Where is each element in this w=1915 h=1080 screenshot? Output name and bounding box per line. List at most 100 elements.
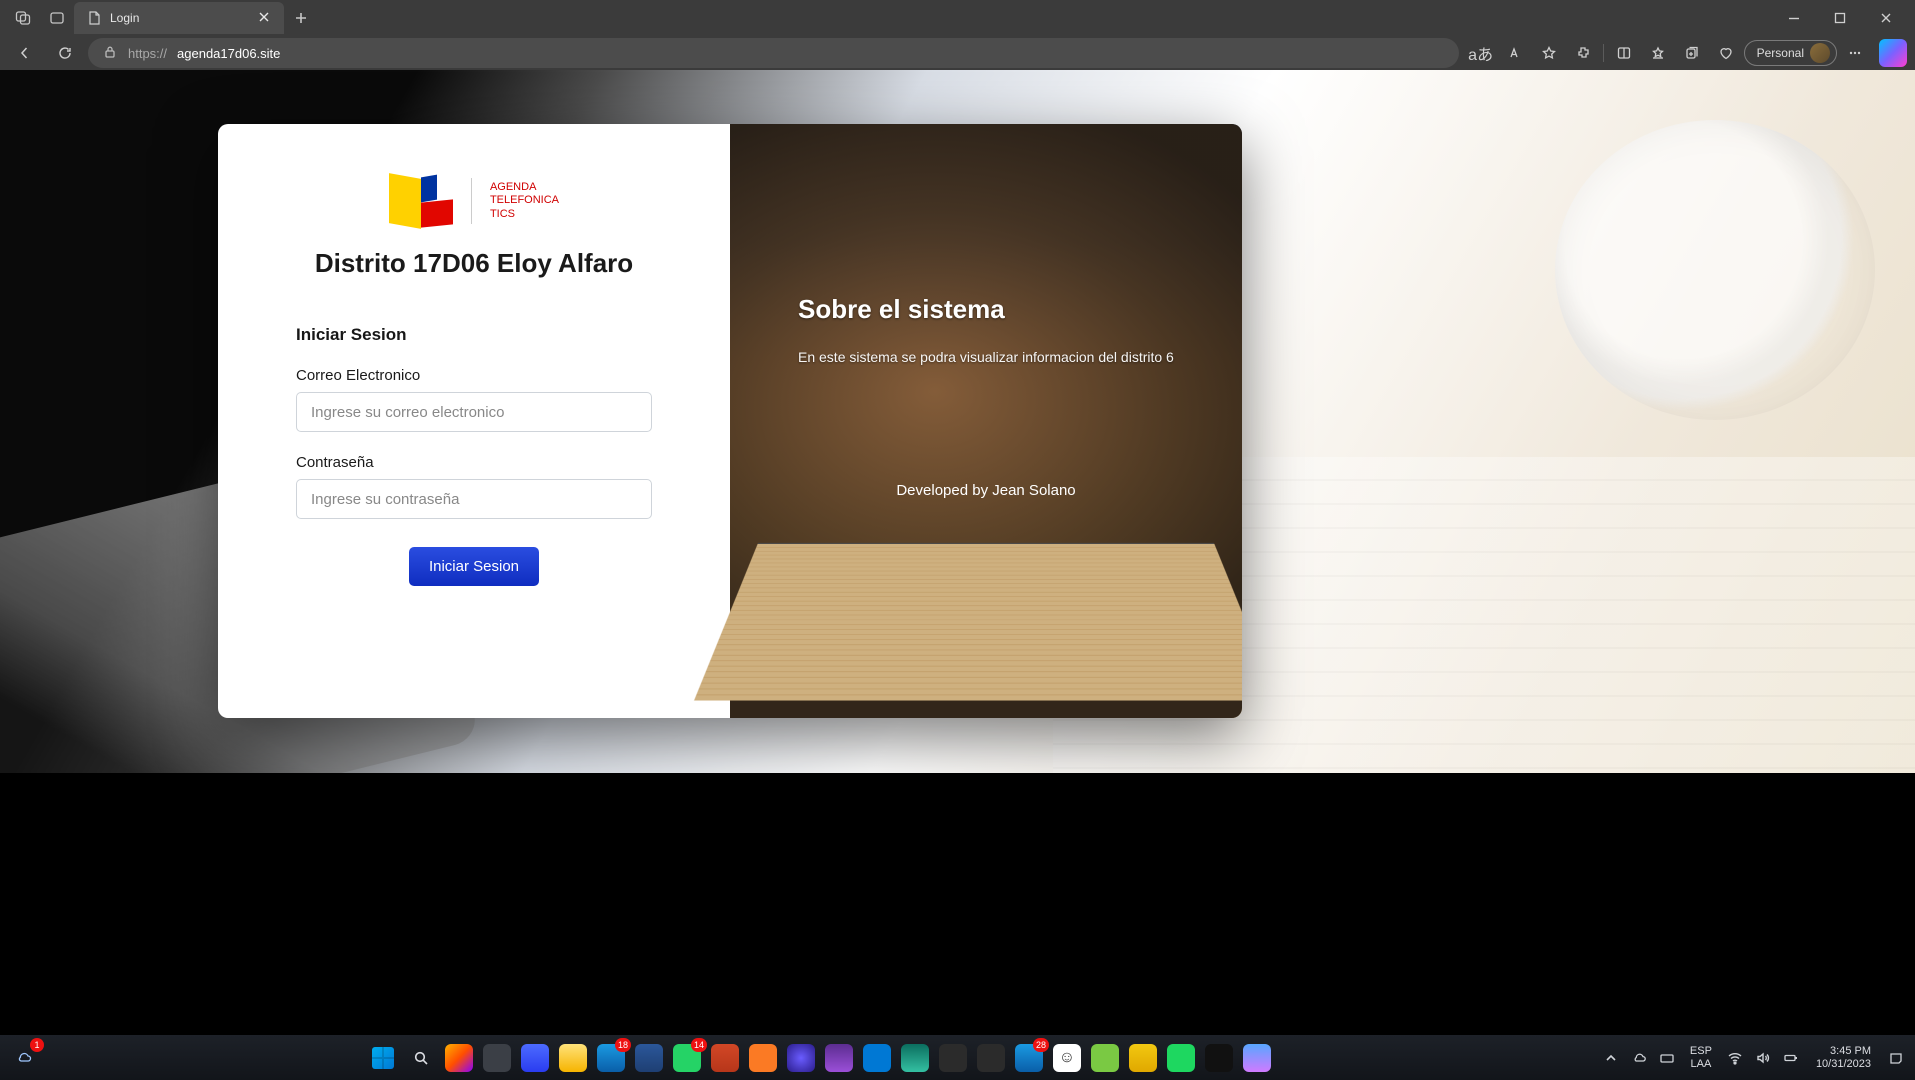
email-input[interactable] [296, 392, 652, 432]
lang-top: ESP [1690, 1045, 1712, 1057]
tray-expand-icon[interactable] [1602, 1049, 1620, 1067]
calendar-badge: 28 [1033, 1038, 1049, 1052]
translate-icon[interactable]: aあ [1465, 39, 1497, 67]
new-tab-button[interactable] [284, 2, 318, 34]
taskbar-app-terminal[interactable] [1205, 1044, 1233, 1072]
tab-bar: Login [0, 0, 1915, 36]
page-title: Distrito 17D06 Eloy Alfaro [296, 248, 652, 279]
taskbar-app-explorer[interactable] [559, 1044, 587, 1072]
taskbar-app-calendar[interactable]: 28 [1015, 1044, 1043, 1072]
password-input[interactable] [296, 479, 652, 519]
taskbar-app-generic1[interactable] [787, 1044, 815, 1072]
taskbar: 1 18 14 28 ☺ ESP LAA [0, 1035, 1915, 1080]
window-minimize[interactable] [1771, 0, 1817, 36]
read-aloud-icon[interactable] [1499, 39, 1531, 67]
profile-label: Personal [1757, 46, 1804, 60]
favorites-bar-icon[interactable] [1642, 39, 1674, 67]
clock[interactable]: 3:45 PM 10/31/2023 [1816, 1045, 1871, 1069]
favorite-icon[interactable] [1533, 39, 1565, 67]
password-group: Contraseña [296, 454, 652, 519]
address-bar-actions: aあ Personal [1465, 39, 1907, 67]
taskbar-app-duolingo[interactable] [1091, 1044, 1119, 1072]
email-label: Correo Electronico [296, 367, 652, 384]
browser-tab[interactable]: Login [74, 2, 284, 34]
logo-text: AGENDA TELEFONICA TICS [490, 181, 559, 221]
about-text: En este sistema se podra visualizar info… [798, 349, 1174, 365]
more-menu-icon[interactable] [1839, 39, 1871, 67]
taskbar-app-copilot-preview[interactable] [445, 1044, 473, 1072]
logo-text-line: TELEFONICA [490, 194, 559, 207]
weather-badge: 1 [30, 1038, 44, 1052]
taskbar-app-spotify[interactable] [1167, 1044, 1195, 1072]
avatar [1810, 43, 1830, 63]
tray-notifications-icon[interactable] [1887, 1049, 1905, 1067]
taskbar-app-xampp[interactable] [749, 1044, 777, 1072]
password-label: Contraseña [296, 454, 652, 471]
about-heading: Sobre el sistema [798, 294, 1174, 325]
developer-credit: Developed by Jean Solano [730, 482, 1242, 499]
divider [1603, 44, 1604, 62]
window-close[interactable] [1863, 0, 1909, 36]
page-viewport: AGENDA TELEFONICA TICS Distrito 17D06 El… [0, 70, 1915, 773]
language-indicator[interactable]: ESP LAA [1690, 1045, 1712, 1069]
tray-wifi-icon[interactable] [1726, 1049, 1744, 1067]
taskbar-app-paint[interactable] [1243, 1044, 1271, 1072]
lang-bottom: LAA [1690, 1058, 1712, 1070]
taskbar-app-powerpoint[interactable] [711, 1044, 739, 1072]
login-card: AGENDA TELEFONICA TICS Distrito 17D06 El… [218, 124, 1242, 718]
tray-onedrive-icon[interactable] [1630, 1049, 1648, 1067]
url-prefix: https:// [128, 46, 167, 61]
login-form-panel: AGENDA TELEFONICA TICS Distrito 17D06 El… [218, 124, 730, 718]
collections-icon[interactable] [1676, 39, 1708, 67]
email-group: Correo Electronico [296, 367, 652, 432]
url-field[interactable]: https:// agenda17d06.site [88, 38, 1459, 68]
outlook-badge: 18 [615, 1038, 631, 1052]
extensions-icon[interactable] [1567, 39, 1599, 67]
taskbar-app-generic3[interactable] [977, 1044, 1005, 1072]
taskbar-app-emoji[interactable]: ☺ [1053, 1044, 1081, 1072]
page-icon [86, 10, 102, 26]
tray-volume-icon[interactable] [1754, 1049, 1772, 1067]
whatsapp-badge: 14 [691, 1038, 707, 1052]
taskbar-app-generic2[interactable] [939, 1044, 967, 1072]
tab-title: Login [110, 11, 139, 25]
tray-keyboard-icon[interactable] [1658, 1049, 1676, 1067]
window-controls [1771, 0, 1909, 36]
taskbar-app-outlook[interactable]: 18 [597, 1044, 625, 1072]
close-tab-icon[interactable] [256, 9, 272, 28]
split-screen-icon[interactable] [1608, 39, 1640, 67]
lock-icon [102, 44, 118, 63]
profile-button[interactable]: Personal [1744, 40, 1837, 66]
clock-date: 10/31/2023 [1816, 1058, 1871, 1070]
copilot-icon[interactable] [1879, 39, 1907, 67]
login-heading: Iniciar Sesion [296, 325, 652, 345]
workspaces-icon[interactable] [6, 2, 40, 34]
browser-essentials-icon[interactable] [1710, 39, 1742, 67]
search-button[interactable] [407, 1044, 435, 1072]
about-panel: Sobre el sistema En este sistema se podr… [730, 124, 1242, 718]
window-maximize[interactable] [1817, 0, 1863, 36]
address-bar: https:// agenda17d06.site aあ Personal [0, 36, 1915, 70]
nav-refresh-button[interactable] [48, 39, 82, 67]
logo-mark [389, 176, 453, 226]
weather-widget[interactable]: 1 [10, 1044, 38, 1072]
login-button[interactable]: Iniciar Sesion [409, 547, 539, 586]
tray-battery-icon[interactable] [1782, 1049, 1800, 1067]
logo-text-line: TICS [490, 208, 559, 221]
logo: AGENDA TELEFONICA TICS [296, 176, 652, 226]
tab-actions-icon[interactable] [40, 2, 74, 34]
taskbar-app-visual-studio[interactable] [825, 1044, 853, 1072]
clock-time: 3:45 PM [1816, 1045, 1871, 1057]
url-host: agenda17d06.site [177, 46, 280, 61]
nav-back-button[interactable] [8, 39, 42, 67]
logo-text-line: AGENDA [490, 181, 559, 194]
taskbar-app-powerbi[interactable] [1129, 1044, 1157, 1072]
taskbar-app-word[interactable] [635, 1044, 663, 1072]
system-tray: ESP LAA 3:45 PM 10/31/2023 [1602, 1045, 1905, 1069]
start-button[interactable] [369, 1044, 397, 1072]
taskbar-app-task-view[interactable] [483, 1044, 511, 1072]
taskbar-app-teams[interactable] [521, 1044, 549, 1072]
taskbar-app-vscode[interactable] [863, 1044, 891, 1072]
taskbar-app-edge[interactable] [901, 1044, 929, 1072]
taskbar-app-whatsapp[interactable]: 14 [673, 1044, 701, 1072]
